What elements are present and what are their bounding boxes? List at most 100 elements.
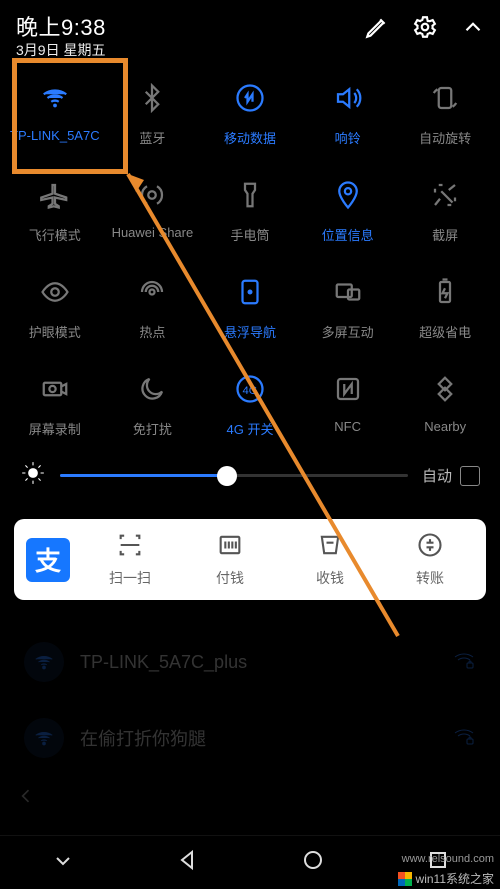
multiscreen-icon: [333, 277, 363, 312]
tile-sound[interactable]: 响铃: [299, 80, 397, 147]
tile-label: 响铃: [335, 128, 361, 147]
wifi-signal-icon: [24, 718, 64, 758]
back-chevron-icon[interactable]: [0, 786, 500, 811]
tile-bluetooth[interactable]: 蓝牙: [104, 80, 202, 147]
tile-screenshot[interactable]: 截屏: [396, 177, 494, 244]
tile-label: 多屏互动: [322, 322, 374, 341]
nav-hide-icon[interactable]: [51, 848, 75, 877]
wifi-list-item[interactable]: 在偷打折你狗腿: [16, 700, 484, 776]
tile-label: 热点: [139, 322, 165, 341]
tile-screen-record[interactable]: 屏幕录制: [6, 371, 104, 438]
auto-label: 自动: [422, 465, 452, 486]
nfc-icon: [333, 374, 363, 409]
tile-auto-rotate[interactable]: 自动旋转: [396, 80, 494, 147]
tile-label: 悬浮导航: [224, 322, 276, 341]
background-wifi-list: TP-LINK_5A7C_plus 在偷打折你狗腿: [0, 624, 500, 776]
alipay-pay[interactable]: 付钱: [180, 531, 280, 588]
tile-label: Nearby: [424, 419, 466, 434]
float-nav-icon: [235, 277, 265, 312]
tile-label: 手电筒: [230, 225, 269, 244]
tile-hotspot[interactable]: 热点: [104, 274, 202, 341]
huawei-share-icon: [137, 180, 167, 215]
tile-label: 护眼模式: [29, 322, 81, 341]
alipay-collect[interactable]: 收钱: [280, 531, 380, 588]
wifi-list-item[interactable]: TP-LINK_5A7C_plus: [16, 624, 484, 700]
tile-label: 移动数据: [224, 128, 276, 147]
alipay-item-label: 扫一扫: [109, 568, 151, 588]
battery-icon: [430, 277, 460, 312]
tile-nfc[interactable]: NFC: [299, 371, 397, 438]
wifi-signal-icon: [24, 642, 64, 682]
record-icon: [40, 374, 70, 409]
nav-back-icon[interactable]: [176, 848, 200, 877]
alipay-card[interactable]: 支 扫一扫 付钱 收钱 转账: [14, 519, 486, 600]
location-icon: [333, 180, 363, 215]
eye-icon: [40, 277, 70, 312]
alipay-item-label: 收钱: [316, 568, 344, 588]
tile-label: NFC: [334, 419, 361, 434]
tile-4g-switch[interactable]: 4G 4G 开关: [201, 371, 299, 438]
wifi-lock-icon: [452, 648, 476, 677]
tile-eye-comfort[interactable]: 护眼模式: [6, 274, 104, 341]
auto-brightness-toggle[interactable]: 自动: [422, 465, 480, 486]
tile-label: 飞行模式: [29, 225, 81, 244]
slider-thumb[interactable]: [217, 466, 237, 486]
tile-label: 免打扰: [133, 419, 172, 438]
tile-label: 自动旋转: [419, 128, 471, 147]
tile-label: Huawei Share: [112, 225, 194, 240]
svg-text:4G: 4G: [242, 385, 257, 397]
brightness-icon: [20, 460, 46, 491]
4g-icon: 4G: [235, 374, 265, 409]
tile-label: 超级省电: [419, 322, 471, 341]
alipay-logo-icon: 支: [26, 538, 70, 582]
wifi-ssid: TP-LINK_5A7C_plus: [80, 652, 247, 673]
tile-airplane[interactable]: 飞行模式: [6, 177, 104, 244]
scan-icon: [116, 531, 144, 562]
footer-text: www.relsound.com: [402, 853, 494, 865]
checkbox-icon[interactable]: [460, 466, 480, 486]
tile-multiscreen[interactable]: 多屏互动: [299, 274, 397, 341]
edit-icon[interactable]: [364, 14, 390, 45]
tile-label: 截屏: [432, 225, 458, 244]
flashlight-icon: [235, 180, 265, 215]
hotspot-icon: [137, 277, 167, 312]
rotate-icon: [430, 83, 460, 118]
mobile-data-icon: [235, 83, 265, 118]
wifi-ssid: 在偷打折你狗腿: [80, 725, 206, 751]
airplane-icon: [40, 180, 70, 215]
tile-ultra-power-saving[interactable]: 超级省电: [396, 274, 494, 341]
moon-icon: [137, 374, 167, 409]
tile-mobile-data[interactable]: 移动数据: [201, 80, 299, 147]
settings-icon[interactable]: [412, 14, 438, 45]
top-action-icons: [364, 14, 486, 45]
tile-label: 屏幕录制: [29, 419, 81, 438]
tile-float-nav[interactable]: 悬浮导航: [201, 274, 299, 341]
nearby-icon: [430, 374, 460, 409]
bluetooth-icon: [137, 83, 167, 118]
tile-wifi[interactable]: TP-LINK_5A7C: [6, 80, 104, 147]
barcode-icon: [216, 531, 244, 562]
tile-label: TP-LINK_5A7C: [10, 128, 100, 143]
sound-icon: [333, 83, 363, 118]
brightness-slider[interactable]: [60, 474, 408, 477]
watermark-logo-icon: [398, 872, 412, 886]
tile-label: 蓝牙: [139, 128, 165, 147]
collect-icon: [316, 531, 344, 562]
alipay-scan[interactable]: 扫一扫: [80, 531, 180, 588]
tile-location[interactable]: 位置信息: [299, 177, 397, 244]
alipay-item-label: 转账: [416, 568, 444, 588]
tile-flashlight[interactable]: 手电筒: [201, 177, 299, 244]
tile-label: 4G 开关: [227, 419, 274, 438]
watermark: win11系统之家: [398, 870, 494, 887]
nav-home-icon[interactable]: [301, 848, 325, 877]
tile-huawei-share[interactable]: Huawei Share: [104, 177, 202, 244]
tile-dnd[interactable]: 免打扰: [104, 371, 202, 438]
tile-label: 位置信息: [322, 225, 374, 244]
wifi-lock-icon: [452, 724, 476, 753]
tile-nearby[interactable]: Nearby: [396, 371, 494, 438]
wifi-icon: [40, 83, 70, 118]
collapse-icon[interactable]: [460, 14, 486, 45]
brightness-row: 自动: [0, 438, 500, 511]
watermark-text: win11系统之家: [416, 870, 494, 887]
alipay-transfer[interactable]: 转账: [380, 531, 480, 588]
